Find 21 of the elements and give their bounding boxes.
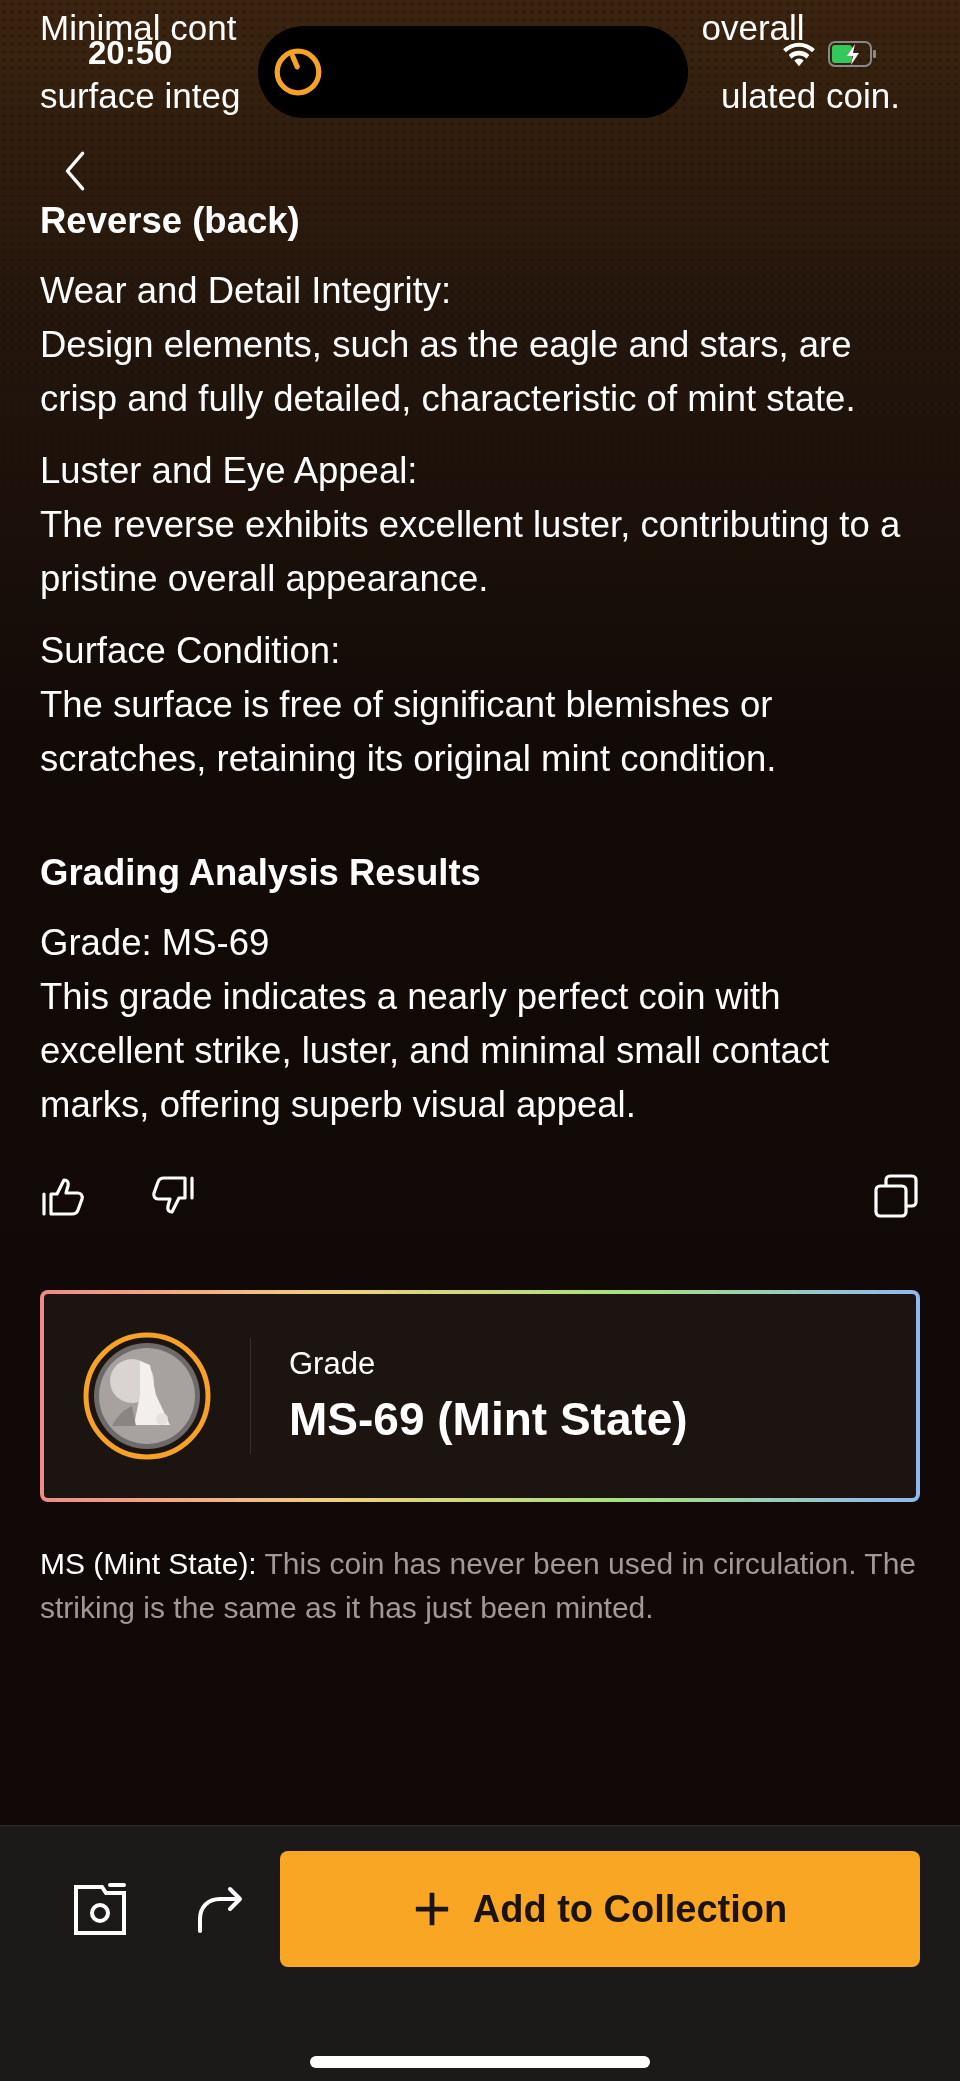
grade-value: MS-69 (Mint State)	[289, 1392, 688, 1446]
item-label: Wear and Detail Integrity:	[40, 269, 453, 313]
section-title: Reverse (back)	[40, 199, 301, 243]
item-label: Surface Condition:	[40, 629, 342, 673]
body-text: overall	[701, 8, 805, 48]
wifi-icon	[780, 40, 818, 68]
item-text: The surface is free of significant blemishes or scratches, retaining its original mint condition.	[40, 683, 778, 781]
item-text: The reverse exhibits excellent luster, contributing to a pristine overall appearance.	[40, 503, 902, 601]
grade-note: MS (Mint State): This coin has never been used in circulation. The striking is the same as it has just been minted.	[40, 1546, 917, 1626]
section-title: Grading Analysis Results	[40, 851, 482, 895]
item-text: Design elements, such as the eagle and stars, are crisp and fully detailed, characteristic of mint state.	[40, 323, 857, 421]
item-text: This grade indicates a nearly perfect coin with excellent strike, luster, and minimal small contact marks, offering superb visual appeal.	[40, 975, 831, 1127]
body-text: surface integ	[40, 76, 241, 116]
battery-icon	[828, 41, 878, 67]
item-label: Grade: MS-69	[40, 921, 271, 965]
copy-icon[interactable]	[872, 1172, 920, 1220]
item-label: Luster and Eye Appeal:	[40, 449, 419, 493]
timer-icon	[272, 46, 324, 98]
grade-label: Grade	[289, 1346, 377, 1382]
add-to-collection-button[interactable]: Add to Collection	[280, 1851, 920, 1967]
body-text: ulated coin.	[720, 76, 900, 116]
